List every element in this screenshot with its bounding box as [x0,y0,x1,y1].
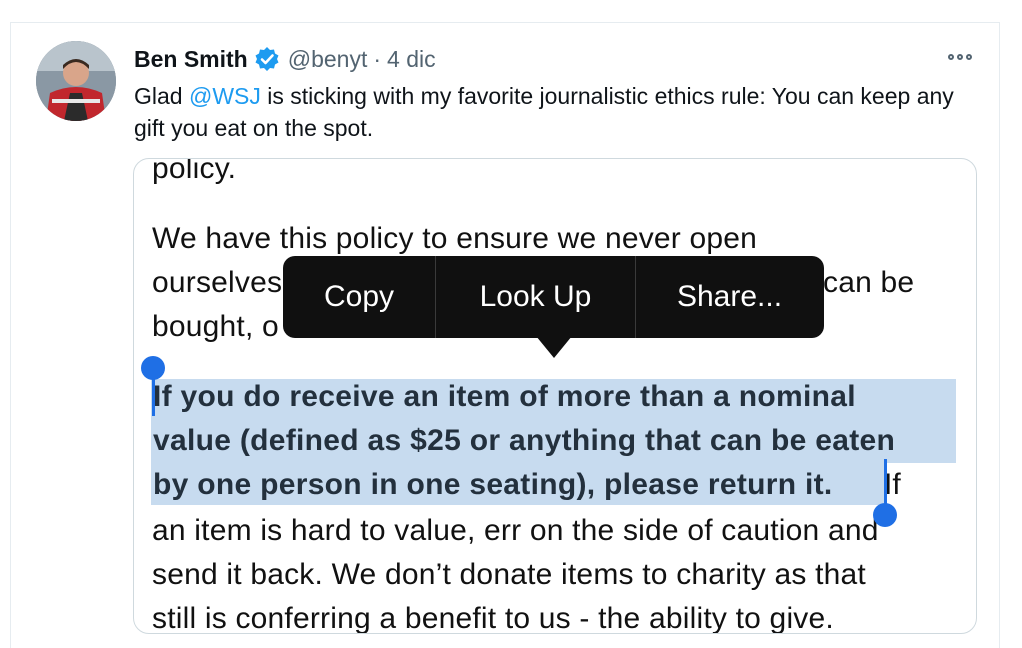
image-text-line: send it back. We don’t donate items to c… [152,558,866,591]
tweet-date[interactable]: 4 dic [387,46,436,73]
menu-item-share[interactable]: Share... [636,256,823,338]
image-text-line: policy. [152,158,237,185]
verified-badge-icon [254,46,280,72]
selection-end-caret [884,459,887,507]
timeline-divider [10,22,1000,23]
image-text-line: We have this policy to ensure we never o… [152,222,758,255]
avatar-photo-icon [36,41,116,121]
avatar[interactable] [36,41,116,121]
tweet-image[interactable]: policy. We have this policy to ensure we… [133,158,977,634]
context-menu-pointer [536,336,572,358]
mention-link[interactable]: @WSJ [189,83,261,109]
image-text-line: still is conferring a benefit to us - th… [152,602,834,634]
text-context-menu: Copy Look Up Share... [283,256,824,338]
image-text-line: an item is hard to value, err on the sid… [152,514,879,547]
image-text-line: can be [823,266,915,299]
tweet-text-before: Glad [134,83,189,109]
menu-item-look-up[interactable]: Look Up [436,256,635,338]
selected-text-line: value (defined as $25 or anything that c… [153,424,896,457]
author-handle[interactable]: @benyt [288,46,368,73]
selection-start-caret [152,371,155,416]
menu-item-copy[interactable]: Copy [283,256,435,338]
timeline-left-border [10,22,11,648]
selected-text-line: by one person in one seating), please re… [153,468,833,501]
header-separator: · [373,45,382,72]
tweet-header: Ben Smith @benyt · 4 dic [134,44,436,74]
selection-end-handle-icon[interactable] [873,503,897,527]
image-text-line: bought, o [152,310,279,343]
image-text-line: ourselves [152,266,283,299]
text-selection[interactable]: If you do receive an item of more than a… [151,379,956,505]
author-name[interactable]: Ben Smith [134,46,248,73]
selected-text-line: If you do receive an item of more than a… [153,380,856,413]
more-options-icon[interactable] [944,48,976,66]
timeline-right-border [999,22,1000,648]
tweet-text: Glad @WSJ is sticking with my favorite j… [134,80,954,144]
